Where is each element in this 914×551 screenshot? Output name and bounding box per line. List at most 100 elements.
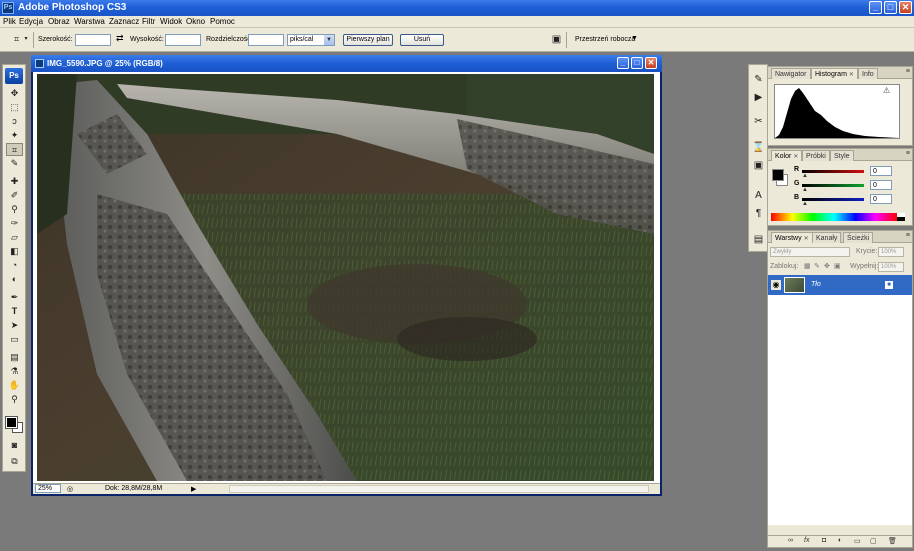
resolution-input[interactable] bbox=[248, 34, 284, 46]
tool-preset-dropdown-icon[interactable]: ▾ bbox=[22, 33, 30, 46]
blue-value-input[interactable] bbox=[870, 194, 892, 204]
close-icon[interactable]: ✕ bbox=[849, 72, 854, 78]
horizontal-scrollbar[interactable] bbox=[229, 485, 649, 493]
dodge-tool-icon[interactable]: ◐ bbox=[6, 273, 23, 286]
doc-minimize-button[interactable]: _ bbox=[617, 57, 629, 69]
link-layers-icon[interactable]: ∞ bbox=[788, 537, 793, 544]
tab-info[interactable]: Info bbox=[858, 68, 878, 79]
eraser-tool-icon[interactable]: ▱ bbox=[6, 231, 23, 244]
menu-filtr[interactable]: Filtr bbox=[142, 17, 155, 26]
shape-tool-icon[interactable]: ▭ bbox=[6, 333, 23, 346]
new-group-icon[interactable]: ▭ bbox=[854, 537, 861, 545]
workspace-dropdown-icon[interactable]: ▼ bbox=[631, 35, 638, 42]
history-panel-icon[interactable]: ⌛ bbox=[752, 141, 765, 154]
healing-brush-tool-icon[interactable]: ✚ bbox=[6, 175, 23, 188]
red-slider[interactable] bbox=[802, 170, 864, 173]
layer-comps-panel-icon[interactable]: ✂ bbox=[752, 115, 765, 128]
gradient-tool-icon[interactable]: ◧ bbox=[6, 245, 23, 258]
photo-canvas[interactable] bbox=[37, 74, 654, 481]
panel-menu-icon[interactable]: ≡ bbox=[906, 232, 910, 239]
doc-close-button[interactable]: ✕ bbox=[645, 57, 657, 69]
trash-icon[interactable]: 🗑 bbox=[888, 537, 897, 545]
visibility-eye-icon[interactable]: ◉ bbox=[771, 280, 781, 290]
photoshop-logo-icon[interactable]: Ps bbox=[5, 68, 23, 84]
blend-mode-select[interactable]: Zwykły bbox=[770, 247, 850, 257]
green-value-input[interactable] bbox=[870, 180, 892, 190]
brush-tool-icon[interactable]: ✐ bbox=[6, 189, 23, 202]
menu-widok[interactable]: Widok bbox=[160, 17, 182, 26]
fill-input[interactable]: 100% bbox=[878, 262, 904, 272]
hand-tool-icon[interactable]: ✋ bbox=[6, 379, 23, 392]
brushes-panel-icon[interactable]: ✎ bbox=[752, 73, 765, 86]
clear-button[interactable]: Usuń bbox=[400, 34, 444, 46]
actions-panel-icon[interactable]: ▣ bbox=[752, 159, 765, 172]
front-image-button[interactable]: Pierwszy plan bbox=[343, 34, 393, 46]
menu-edycja[interactable]: Edycja bbox=[19, 17, 43, 26]
layer-style-icon[interactable]: fx bbox=[804, 537, 809, 544]
tab-histogram[interactable]: Histogram ✕ bbox=[811, 68, 858, 79]
lock-position-icon[interactable]: ✥ bbox=[824, 262, 830, 270]
slider-thumb-icon[interactable]: ▲ bbox=[802, 173, 808, 179]
maximize-button[interactable]: □ bbox=[884, 1, 897, 14]
document-titlebar[interactable]: IMG_5590.JPG @ 25% (RGB/8) _ □ ✕ bbox=[31, 55, 662, 72]
foreground-color-swatch[interactable] bbox=[5, 416, 18, 429]
width-input[interactable] bbox=[75, 34, 111, 46]
tab-paths[interactable]: Ścieżki bbox=[843, 232, 874, 243]
color-spectrum-bar[interactable] bbox=[771, 213, 897, 221]
menu-okno[interactable]: Okno bbox=[186, 17, 205, 26]
blue-slider[interactable] bbox=[802, 198, 864, 201]
close-icon[interactable]: ✕ bbox=[793, 154, 798, 160]
panel-menu-icon[interactable]: ≡ bbox=[906, 150, 910, 157]
tab-styles[interactable]: Style bbox=[830, 150, 854, 161]
foreground-color-swatch[interactable] bbox=[772, 169, 784, 181]
close-button[interactable]: ✕ bbox=[899, 1, 912, 14]
lock-transparency-icon[interactable]: ▦ bbox=[804, 262, 811, 270]
menu-warstwa[interactable]: Warstwa bbox=[74, 17, 105, 26]
blur-tool-icon[interactable]: ◔ bbox=[6, 259, 23, 272]
green-slider[interactable] bbox=[802, 184, 864, 187]
tab-layers[interactable]: Warstwy ✕ bbox=[771, 232, 813, 243]
layer-row[interactable]: ◉ Tło ■ bbox=[768, 275, 912, 295]
lasso-tool-icon[interactable]: ↄ bbox=[6, 115, 23, 128]
pen-tool-icon[interactable]: ✒ bbox=[6, 291, 23, 304]
workspace-label[interactable]: Przestrzeń robocza bbox=[575, 36, 635, 43]
notes-tool-icon[interactable]: ▤ bbox=[6, 351, 23, 364]
layer-mask-icon[interactable]: ◘ bbox=[822, 537, 826, 544]
tab-color[interactable]: Kolor ✕ bbox=[771, 150, 803, 161]
type-tool-icon[interactable]: T bbox=[6, 305, 23, 318]
tab-channels[interactable]: Kanały bbox=[812, 232, 842, 243]
doc-maximize-button[interactable]: □ bbox=[631, 57, 643, 69]
path-selection-tool-icon[interactable]: ➤ bbox=[6, 319, 23, 332]
menu-zaznacz[interactable]: Zaznacz bbox=[109, 17, 139, 26]
character-panel-icon[interactable]: A bbox=[752, 189, 765, 202]
close-icon[interactable]: ✕ bbox=[804, 236, 809, 242]
menu-plik[interactable]: Plik bbox=[3, 17, 16, 26]
move-tool-icon[interactable]: ✥ bbox=[6, 87, 23, 100]
eyedropper-tool-icon[interactable]: ⚗ bbox=[6, 365, 23, 378]
tab-navigator[interactable]: Nawigator bbox=[771, 68, 811, 79]
adjustment-layer-icon[interactable]: ◐ bbox=[838, 537, 842, 544]
cache-warning-icon[interactable]: ⚠ bbox=[883, 86, 890, 95]
lock-pixels-icon[interactable]: ✎ bbox=[814, 262, 820, 270]
slice-tool-icon[interactable]: ✎ bbox=[6, 157, 23, 170]
status-arrow-icon[interactable]: ▶ bbox=[191, 485, 196, 493]
swap-dimensions-icon[interactable]: ⇄ bbox=[116, 33, 124, 44]
tab-swatches[interactable]: Próbki bbox=[802, 150, 830, 161]
height-input[interactable] bbox=[165, 34, 201, 46]
menu-pomoc[interactable]: Pomoc bbox=[210, 17, 235, 26]
minimize-button[interactable]: _ bbox=[869, 1, 882, 14]
black-white-swatch[interactable] bbox=[897, 213, 905, 221]
marquee-tool-icon[interactable]: ⬚ bbox=[6, 101, 23, 114]
zoom-tool-icon[interactable]: ⚲ bbox=[6, 393, 23, 406]
lock-all-icon[interactable]: ▣ bbox=[834, 262, 841, 270]
new-layer-icon[interactable]: ▢ bbox=[870, 537, 877, 545]
crop-tool-icon[interactable]: ⌗ bbox=[6, 143, 23, 156]
menu-obraz[interactable]: Obraz bbox=[48, 17, 70, 26]
magic-wand-tool-icon[interactable]: ✦ bbox=[6, 129, 23, 142]
tool-presets-panel-icon[interactable]: ▶ bbox=[752, 91, 765, 104]
panel-menu-icon[interactable]: ≡ bbox=[906, 68, 910, 75]
opacity-input[interactable]: 100% bbox=[878, 247, 904, 257]
zoom-level[interactable]: 25% bbox=[35, 484, 61, 493]
clone-source-panel-icon[interactable]: ▤ bbox=[752, 233, 765, 246]
quick-mask-icon[interactable]: ◙ bbox=[6, 439, 23, 452]
